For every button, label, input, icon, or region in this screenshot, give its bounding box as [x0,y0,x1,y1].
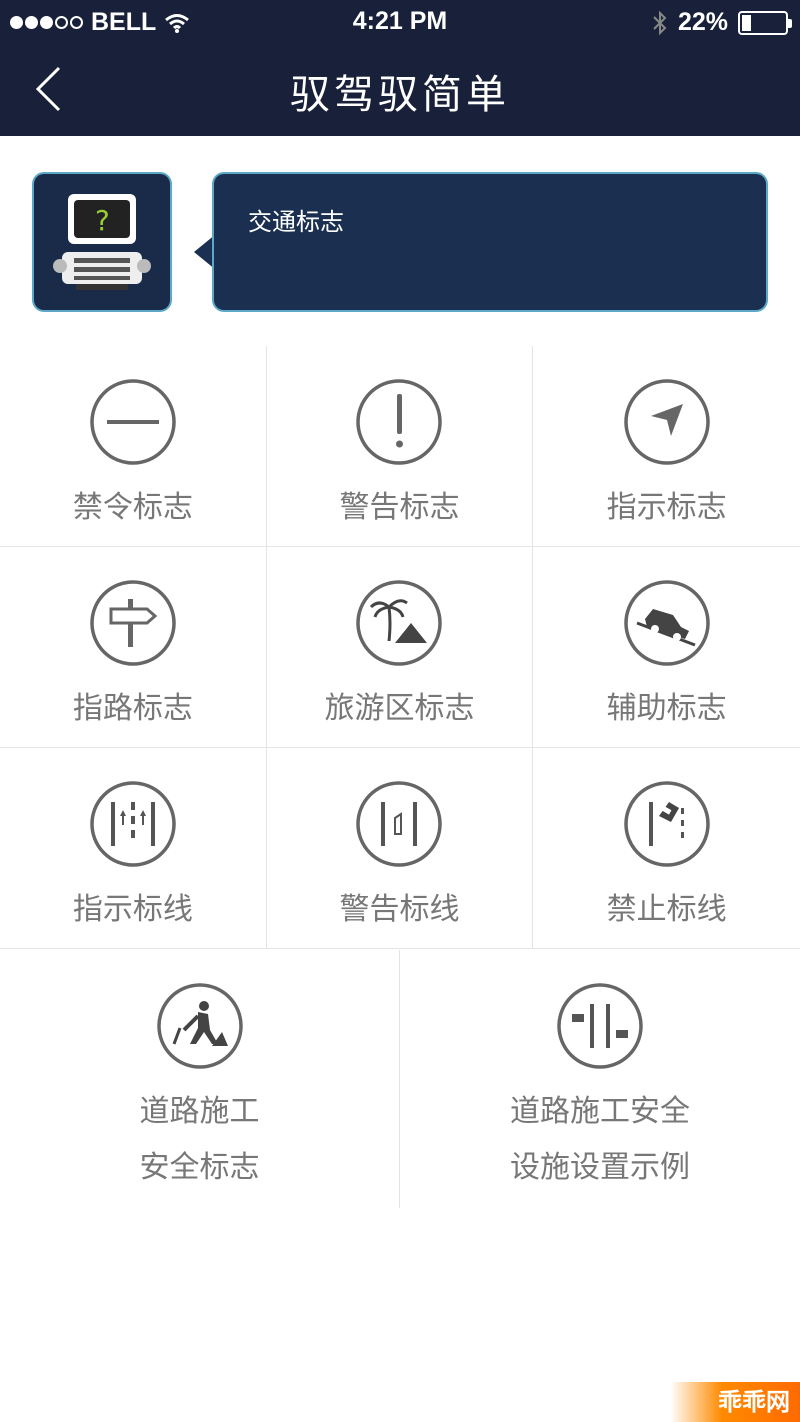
top-bar: BELL 4:21 PM 22% 驭驾驭简单 [0,0,800,136]
category-prohibition[interactable]: 禁令标志 [0,346,267,546]
category-auxiliary[interactable]: 辅助标志 [533,547,800,747]
lane-arrows-icon [90,781,176,867]
battery-icon [738,10,792,35]
grid-row: 指路标志 旅游区标志 辅助标志 [0,547,800,748]
page-title: 驭驾驭简单 [290,72,510,118]
sign-category-grid: 禁令标志 警告标志 指示标志 指路标志 旅游区标志 辅助标志 指示标线 警告标线… [0,346,800,949]
prohibition-icon [90,379,176,465]
category-label: 辅助标志 [606,691,727,726]
category-warning[interactable]: 警告标志 [267,346,534,546]
direction-arrow-icon [623,379,710,465]
category-label: 指示标志 [606,490,727,525]
category-label: 禁令标志 [72,490,193,525]
category-construction-facilities[interactable]: 道路施工安全 设施设置示例 [400,950,800,1208]
battery-percent: 22% [677,8,728,36]
robot-avatar: ? [34,174,170,310]
signpost-icon [90,580,176,666]
category-label-line2: 安全标志 [139,1150,260,1185]
category-tourism[interactable]: 旅游区标志 [267,547,534,747]
bubble-tail [194,234,216,270]
road-worker-icon [156,983,243,1069]
grid-row: 指示标线 警告标线 禁止标线 [0,748,800,949]
robot-icon: ? [53,194,151,290]
bubble-message: 交通标志 [248,208,344,236]
construction-grid: 道路施工 安全标志 道路施工安全 设施设置示例 [0,950,800,1208]
message-bubble: 交通标志 [214,174,766,310]
no-crossing-line-icon [623,781,710,867]
category-label: 指示标线 [72,892,193,927]
category-label: 警告标线 [339,892,460,927]
category-construction-signs[interactable]: 道路施工 安全标志 [0,950,400,1208]
category-guide[interactable]: 指路标志 [0,547,267,747]
watermark-logo: 乖乖网 [670,1382,800,1422]
lane-warning-icon [356,781,443,867]
category-label: 警告标志 [339,490,460,525]
category-indication-markings[interactable]: 指示标线 [0,748,267,948]
category-indication[interactable]: 指示标志 [533,346,800,546]
category-label-line2: 设施设置示例 [510,1150,690,1185]
barrier-layout-icon [557,983,643,1069]
car-slope-icon [623,580,710,666]
bluetooth-icon [653,10,667,35]
palm-tree-icon [356,580,443,666]
grid-row: 禁令标志 警告标志 指示标志 [0,346,800,547]
category-label: 禁止标线 [606,892,727,927]
category-label-line1: 道路施工 [139,1094,260,1129]
category-label: 旅游区标志 [324,691,475,726]
status-bar: BELL 4:21 PM 22% [0,0,800,44]
category-label: 指路标志 [72,691,193,726]
category-warning-markings[interactable]: 警告标线 [267,748,534,948]
warning-icon [356,379,443,465]
category-prohibition-markings[interactable]: 禁止标线 [533,748,800,948]
category-label-line1: 道路施工安全 [510,1094,690,1129]
svg-text:?: ? [94,204,111,237]
